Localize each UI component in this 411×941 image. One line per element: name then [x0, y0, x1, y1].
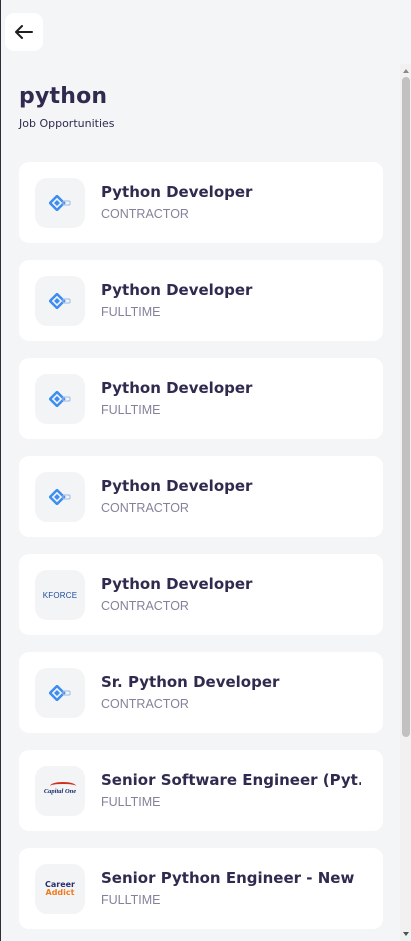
job-title: Senior Python Engineer - New ...	[101, 869, 361, 887]
job-title: Python Developer	[101, 575, 253, 593]
page-title: python	[19, 84, 108, 109]
job-card[interactable]: KFORCE Python Developer CONTRACTOR	[19, 554, 383, 635]
job-type: CONTRACTOR	[101, 207, 189, 221]
job-card[interactable]: Python Developer CONTRACTOR	[19, 162, 383, 243]
job-card[interactable]: Python Developer FULLTIME	[19, 260, 383, 341]
company-logo	[35, 276, 85, 326]
job-type: CONTRACTOR	[101, 501, 189, 515]
scroll-down-arrow-icon[interactable]	[403, 932, 409, 936]
top-bar	[1, 0, 411, 64]
generic-company-logo-icon	[49, 391, 71, 407]
job-type: FULLTIME	[101, 403, 161, 417]
company-logo	[35, 472, 85, 522]
generic-company-logo-icon	[49, 489, 71, 505]
company-logo: Capital One	[35, 766, 85, 816]
job-list-scroll-area[interactable]: python Job Opportunities Python Develope…	[1, 64, 399, 941]
job-type: CONTRACTOR	[101, 599, 189, 613]
generic-company-logo-icon	[49, 293, 71, 309]
job-title: Python Developer	[101, 477, 253, 495]
back-button[interactable]	[5, 13, 43, 51]
job-title: Sr. Python Developer	[101, 673, 280, 691]
scrollbar-thumb[interactable]	[402, 77, 410, 737]
page-subtitle: Job Opportunities	[19, 117, 115, 130]
career-addict-logo-text: Career Addict	[44, 880, 75, 897]
job-title: Python Developer	[101, 183, 253, 201]
job-type: FULLTIME	[101, 305, 161, 319]
job-title: Python Developer	[101, 281, 253, 299]
scroll-up-arrow-icon[interactable]	[403, 69, 409, 73]
company-logo: KFORCE	[35, 570, 85, 620]
job-title: Senior Software Engineer (Pyt...	[101, 771, 361, 789]
job-card[interactable]: Sr. Python Developer CONTRACTOR	[19, 652, 383, 733]
kforce-logo: KFORCE	[42, 590, 78, 600]
company-logo: Career Addict	[35, 864, 85, 914]
job-type: FULLTIME	[101, 795, 161, 809]
page-header: python Job Opportunities	[19, 84, 115, 130]
career-addict-logo: Career Addict	[45, 881, 75, 897]
capital-one-logo: Capital One	[44, 781, 76, 795]
company-logo	[35, 668, 85, 718]
job-card[interactable]: Career Addict Senior Python Engineer - Ne…	[19, 848, 383, 929]
capital-one-swoosh	[49, 781, 76, 790]
job-card[interactable]: Python Developer CONTRACTOR	[19, 456, 383, 537]
job-title: Python Developer	[101, 379, 253, 397]
company-logo	[35, 374, 85, 424]
job-list: Python Developer CONTRACTOR Python Devel…	[19, 162, 383, 941]
scrollbar[interactable]	[400, 64, 411, 941]
company-logo	[35, 178, 85, 228]
generic-company-logo-icon	[49, 195, 71, 211]
arrow-left-icon	[15, 25, 33, 39]
job-type: CONTRACTOR	[101, 697, 189, 711]
job-card[interactable]: Python Developer FULLTIME	[19, 358, 383, 439]
job-card[interactable]: Capital One Senior Software Engineer (Py…	[19, 750, 383, 831]
generic-company-logo-icon	[49, 685, 71, 701]
job-type: FULLTIME	[101, 893, 161, 907]
